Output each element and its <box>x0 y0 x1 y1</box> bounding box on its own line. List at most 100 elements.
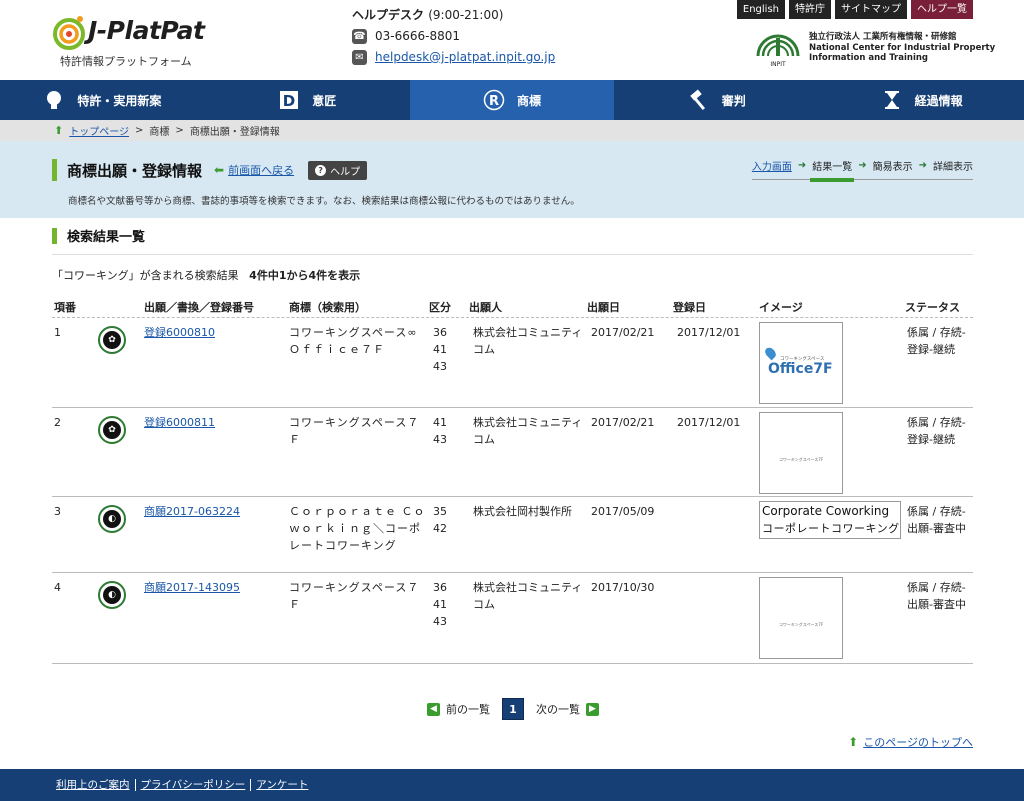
pending-badge-icon: ◐ <box>98 505 126 533</box>
breadcrumb-top[interactable]: トップページ <box>69 123 129 138</box>
summary-query: 「コワーキング」が含まれる検索結果 <box>52 269 239 282</box>
row-mark: Ｃｏｒｐｏｒａｔｅ Ｃｏｗｏｒｋｉｎｇ＼コーポレートコワーキング <box>289 505 426 552</box>
inpit-mark-text: INPIT <box>770 61 786 68</box>
nav-progress[interactable]: 経過情報 <box>819 80 1024 120</box>
row-mark: コワーキングスペース７Ｆ <box>289 581 420 611</box>
helpdesk: ヘルプデスク (9:00-21:00) ☎ 03-6666-8801 ✉ hel… <box>352 6 612 65</box>
registered-r-icon: R <box>483 89 505 111</box>
step-arrow-icon: ➜ <box>858 160 867 171</box>
question-icon: ? <box>315 164 327 176</box>
row-no: 2 <box>54 416 61 429</box>
row-applicant: 株式会社コミュニティコム <box>473 326 583 356</box>
prev-page-link[interactable]: 前の一覧 <box>446 701 490 717</box>
inpit-line1: 独立行政法人 工業所有権情報・研修館 <box>809 32 957 42</box>
title-band: 商標出願・登録情報 ⬅ 前画面へ戻る ? ヘルプ 商標名や文献番号等から商標、書… <box>0 141 1024 218</box>
breadcrumb: ⬆ トップページ > 商標 > 商標出願・登録情報 <box>0 120 1024 141</box>
results-accent-bar <box>52 227 57 244</box>
jpo-link[interactable]: 特許庁 <box>789 0 831 19</box>
page-top-link[interactable]: ⬆ このページのトップへ <box>848 734 973 750</box>
step-input[interactable]: 入力画面 <box>752 158 792 173</box>
col-mark: 商標（検索用） <box>289 300 366 314</box>
page-top-text[interactable]: このページのトップへ <box>863 734 973 750</box>
table-row: 3 ◐ 商願2017-063224 Ｃｏｒｐｏｒａｔｅ Ｃｏｗｏｒｋｉｎｇ＼コー… <box>52 497 973 573</box>
svg-text:D: D <box>283 92 295 110</box>
nav-design[interactable]: D 意匠 <box>205 80 410 120</box>
row-class: 36 <box>433 326 447 339</box>
helpdesk-label: ヘルプデスク <box>352 8 425 22</box>
table-row: 2 ✿ 登録6000811 コワーキングスペース７Ｆ 41 43 株式会社コミュ… <box>52 408 973 497</box>
mail-icon: ✉ <box>352 49 367 65</box>
table-header: 項番 出願／書換／登録番号 商標（検索用） 区分 出願人 出願日 登録日 イメー… <box>52 296 973 318</box>
row-number-link[interactable]: 商願2017-063224 <box>144 505 240 518</box>
row-number-cell: 登録6000810 <box>144 318 289 407</box>
home-icon: ⬆ <box>54 124 64 137</box>
results-heading-row: 検索結果一覧 <box>52 226 145 245</box>
results-summary: 「コワーキング」が含まれる検索結果 4件中1から4件を表示 <box>52 267 360 283</box>
trademark-image[interactable]: コワーキングスペース7F <box>759 412 843 494</box>
back-link-text[interactable]: 前画面へ戻る <box>228 162 294 178</box>
row-no: 1 <box>54 326 61 339</box>
logo-big-text: Office7F <box>768 361 833 377</box>
col-class: 区分 <box>429 300 451 314</box>
row-image-cell: コワーキングスペース7F <box>759 408 905 496</box>
breadcrumb-trademark: 商標 <box>149 127 170 138</box>
row-filed: 2017/10/30 <box>591 581 655 594</box>
nav-patent[interactable]: 特許・実用新案 <box>0 80 205 120</box>
main-nav: 特許・実用新案 D 意匠 R 商標 審判 経過情報 <box>0 80 1024 120</box>
help-button[interactable]: ? ヘルプ <box>308 160 368 180</box>
step-detail: 詳細表示 <box>933 162 973 173</box>
breadcrumb-sep: > <box>175 125 184 136</box>
next-arrow-icon[interactable]: ▶ <box>586 702 599 716</box>
trademark-image[interactable]: Corporate Coworking コーポレートコワーキング <box>759 501 901 539</box>
footer-terms-link[interactable]: 利用上のご案内 <box>56 779 135 791</box>
row-class: 42 <box>433 522 447 535</box>
wordmark-en: Corporate Coworking <box>762 504 890 518</box>
helpdesk-email-link[interactable]: helpdesk@j-platpat.inpit.go.jp <box>375 50 555 64</box>
prev-arrow-icon[interactable]: ◀ <box>427 702 440 716</box>
breadcrumb-sep: > <box>135 125 144 136</box>
english-link[interactable]: English <box>736 0 785 19</box>
col-no: 項番 <box>54 300 76 314</box>
row-registered <box>673 497 759 572</box>
office-logo: コワーキングスペース Office7F <box>763 345 838 383</box>
row-class: 41 <box>433 416 447 429</box>
registered-badge-icon: ✿ <box>98 416 126 444</box>
row-applicant: 株式会社岡村製作所 <box>473 505 572 518</box>
inpit-logo[interactable]: INPIT 独立行政法人 工業所有権情報・研修館 National Center… <box>754 28 995 70</box>
svg-text:R: R <box>489 94 499 109</box>
top-links: English 特許庁 サイトマップ ヘルプ一覧 <box>736 0 973 19</box>
step-arrow-icon: ➜ <box>918 160 927 171</box>
row-icon-cell: ✿ <box>96 318 144 407</box>
step-results: 結果一覧 <box>810 158 855 182</box>
footer-survey-link[interactable]: アンケート <box>250 779 313 791</box>
row-number-link[interactable]: 登録6000811 <box>144 416 215 429</box>
col-registered: 登録日 <box>673 300 706 314</box>
col-status: ステータス <box>905 300 960 314</box>
back-link[interactable]: ⬅ 前画面へ戻る <box>214 162 294 178</box>
j-platpat-logo[interactable]: J-PlatPat 特許情報プラットフォーム <box>52 12 222 68</box>
up-arrow-icon: ⬆ <box>848 735 859 749</box>
page-title-row: 商標出願・登録情報 ⬅ 前画面へ戻る ? ヘルプ <box>52 159 368 181</box>
sitemap-link[interactable]: サイトマップ <box>835 0 907 19</box>
row-class: 35 <box>433 505 447 518</box>
nav-trademark-label: 商標 <box>516 93 541 108</box>
row-class: 36 <box>433 581 447 594</box>
trademark-image[interactable]: コワーキングスペース Office7F <box>759 322 843 404</box>
current-page[interactable]: 1 <box>502 698 524 720</box>
gavel-icon <box>690 89 705 111</box>
inpit-text: 独立行政法人 工業所有権情報・研修館 National Center for I… <box>809 32 995 64</box>
row-number-link[interactable]: 商願2017-143095 <box>144 581 240 594</box>
row-number-link[interactable]: 登録6000810 <box>144 326 215 339</box>
footer-privacy-link[interactable]: プライバシーポリシー <box>134 779 251 791</box>
nav-appeal[interactable]: 審判 <box>614 80 819 120</box>
row-number-cell: 商願2017-063224 <box>144 497 289 572</box>
row-icon-cell: ✿ <box>96 408 144 496</box>
row-class: 41 <box>433 343 447 356</box>
help-list-link[interactable]: ヘルプ一覧 <box>911 0 973 19</box>
trademark-image[interactable]: コワーキングスペース7F <box>759 577 843 659</box>
next-page-link[interactable]: 次の一覧 <box>536 701 580 717</box>
image-mini-text: コワーキングスペース7F <box>778 622 824 627</box>
inpit-arch-icon: INPIT <box>756 34 800 68</box>
row-filed: 2017/02/21 <box>591 416 655 429</box>
nav-trademark[interactable]: R 商標 <box>409 80 615 120</box>
